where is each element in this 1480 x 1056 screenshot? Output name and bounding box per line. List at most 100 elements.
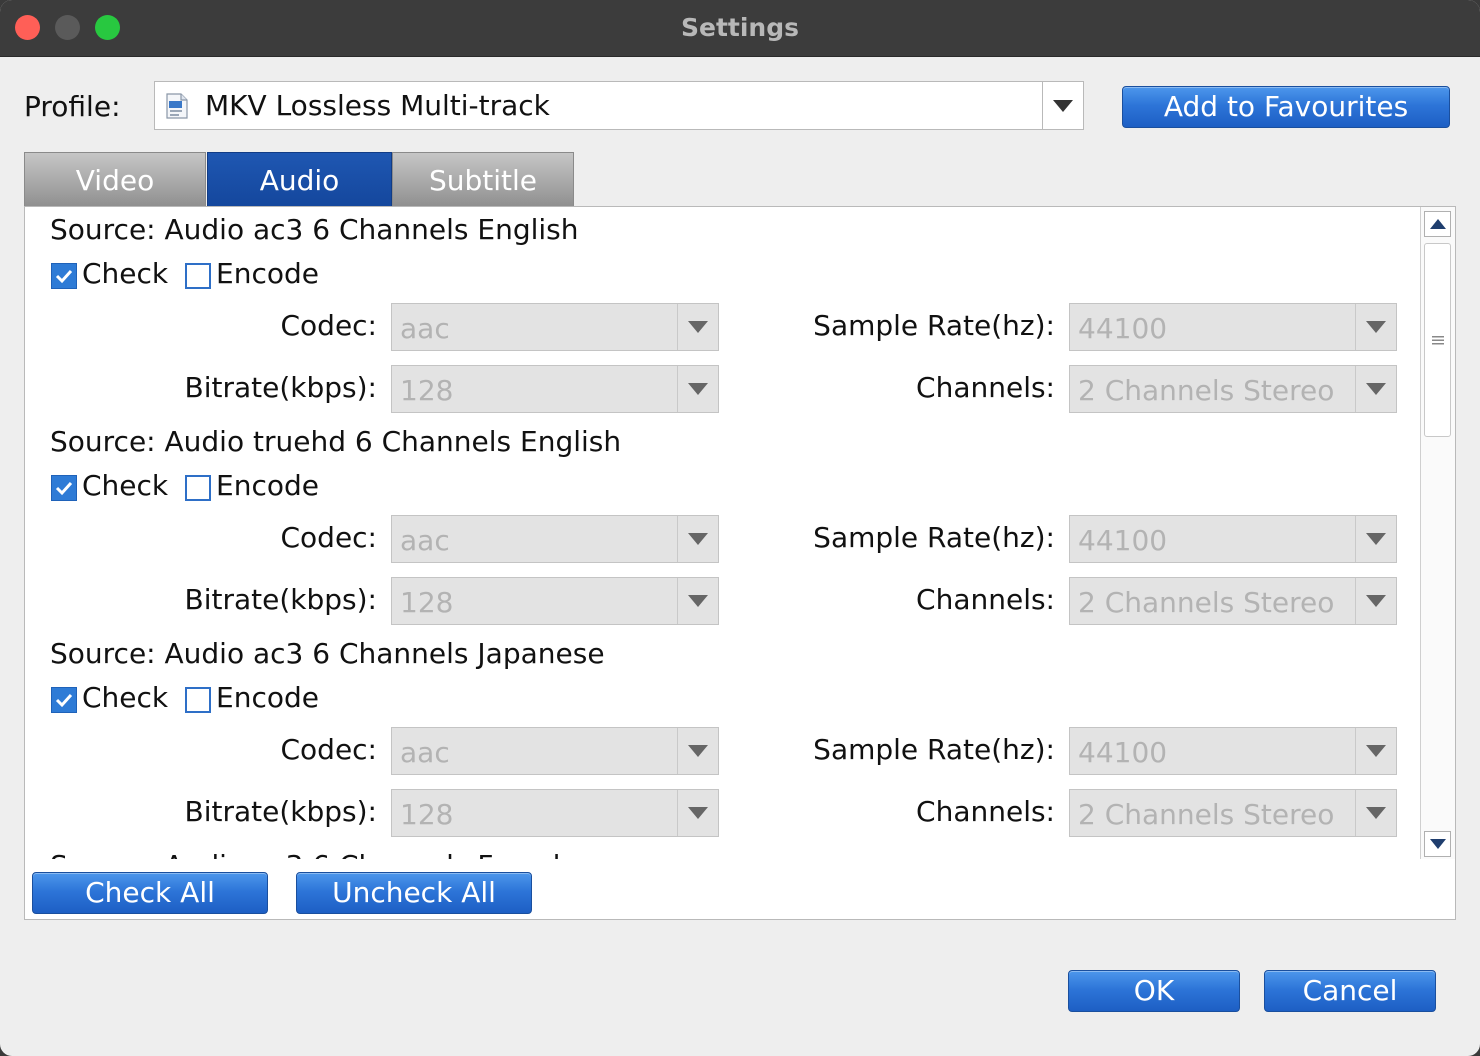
sample-rate-label: Sample Rate(hz):	[813, 521, 1055, 554]
tab-subtitle[interactable]: Subtitle	[392, 152, 574, 207]
track-encode-checkbox[interactable]	[185, 263, 211, 289]
window-title: Settings	[680, 13, 799, 42]
uncheck-all-button[interactable]: Uncheck All	[296, 872, 532, 914]
encode-label: Encode	[216, 257, 319, 290]
codec-select[interactable]: aac	[391, 303, 719, 351]
channels-value: 2 Channels Stereo	[1078, 586, 1335, 619]
profile-value: MKV Lossless Multi-track	[205, 89, 550, 122]
ok-button[interactable]: OK	[1068, 970, 1240, 1012]
channels-dropdown-button[interactable]	[1355, 366, 1396, 412]
check-all-button[interactable]: Check All	[32, 872, 268, 914]
bitrate-dropdown-button[interactable]	[677, 578, 718, 624]
profile-dropdown-button[interactable]	[1042, 82, 1083, 129]
bitrate-value: 128	[400, 798, 454, 831]
chevron-down-icon	[688, 745, 708, 757]
codec-dropdown-button[interactable]	[677, 728, 718, 774]
add-to-favourites-button[interactable]: Add to Favourites	[1122, 86, 1450, 128]
profile-label: Profile:	[24, 90, 121, 123]
tab-audio[interactable]: Audio	[207, 152, 392, 207]
checkmark-icon	[55, 269, 73, 284]
check-label: Check	[82, 681, 169, 714]
channels-label: Channels:	[916, 583, 1055, 616]
track-encode-checkbox[interactable]	[185, 475, 211, 501]
scroll-thumb[interactable]	[1424, 243, 1451, 437]
encode-label: Encode	[216, 469, 319, 502]
sample-rate-value: 44100	[1078, 312, 1168, 345]
chevron-down-icon	[1366, 383, 1386, 395]
sample-rate-value: 44100	[1078, 524, 1168, 557]
bitrate-select[interactable]: 128	[391, 789, 719, 837]
chevron-down-icon	[1366, 533, 1386, 545]
bitrate-label: Bitrate(kbps):	[184, 371, 377, 404]
codec-select[interactable]: aac	[391, 515, 719, 563]
tab-video[interactable]: Video	[24, 152, 206, 207]
track-source-label: Source: Audio ac3 6 Channels French	[50, 849, 571, 859]
sample-rate-select[interactable]: 44100	[1069, 727, 1397, 775]
chevron-down-icon	[1366, 807, 1386, 819]
grip-icon	[1431, 336, 1444, 345]
scroll-down-button[interactable]	[1424, 831, 1451, 857]
track-source-label: Source: Audio ac3 6 Channels English	[50, 213, 579, 246]
codec-value: aac	[400, 312, 450, 345]
track-check-checkbox[interactable]	[51, 475, 77, 501]
track-encode-checkbox[interactable]	[185, 687, 211, 713]
codec-dropdown-button[interactable]	[677, 516, 718, 562]
bitrate-label: Bitrate(kbps):	[184, 583, 377, 616]
chevron-down-icon	[688, 807, 708, 819]
chevron-down-icon	[688, 321, 708, 333]
sample-rate-value: 44100	[1078, 736, 1168, 769]
channels-select[interactable]: 2 Channels Stereo	[1069, 789, 1397, 837]
bitrate-select[interactable]: 128	[391, 577, 719, 625]
sample-rate-dropdown-button[interactable]	[1355, 304, 1396, 350]
profile-select[interactable]: MKV Lossless Multi-track	[154, 81, 1084, 130]
channels-value: 2 Channels Stereo	[1078, 374, 1335, 407]
codec-label: Codec:	[280, 309, 377, 342]
codec-label: Codec:	[280, 521, 377, 554]
cancel-button[interactable]: Cancel	[1264, 970, 1436, 1012]
codec-select[interactable]: aac	[391, 727, 719, 775]
triangle-up-icon	[1429, 219, 1446, 229]
track-check-checkbox[interactable]	[51, 263, 77, 289]
channels-dropdown-button[interactable]	[1355, 790, 1396, 836]
chevron-down-icon	[688, 383, 708, 395]
channels-dropdown-button[interactable]	[1355, 578, 1396, 624]
checkmark-icon	[55, 481, 73, 496]
codec-label: Codec:	[280, 733, 377, 766]
audio-tracks-panel: Source: Audio ac3 6 Channels English Che…	[24, 206, 1456, 920]
bitrate-dropdown-button[interactable]	[677, 366, 718, 412]
codec-value: aac	[400, 524, 450, 557]
vertical-scrollbar[interactable]	[1420, 207, 1455, 859]
chevron-down-icon	[1366, 745, 1386, 757]
bitrate-value: 128	[400, 586, 454, 619]
chevron-down-icon	[688, 595, 708, 607]
bitrate-label: Bitrate(kbps):	[184, 795, 377, 828]
scroll-up-button[interactable]	[1424, 211, 1451, 237]
codec-value: aac	[400, 736, 450, 769]
sample-rate-select[interactable]: 44100	[1069, 303, 1397, 351]
settings-window: Settings Profile: MKV Lossless Multi-tra…	[0, 0, 1480, 1056]
chevron-down-icon	[1366, 321, 1386, 333]
check-label: Check	[82, 257, 169, 290]
sample-rate-select[interactable]: 44100	[1069, 515, 1397, 563]
channels-label: Channels:	[916, 795, 1055, 828]
sample-rate-label: Sample Rate(hz):	[813, 733, 1055, 766]
audio-tracks-list[interactable]: Source: Audio ac3 6 Channels English Che…	[25, 207, 1419, 859]
check-label: Check	[82, 469, 169, 502]
track-source-label: Source: Audio ac3 6 Channels Japanese	[50, 637, 605, 670]
channels-select[interactable]: 2 Channels Stereo	[1069, 365, 1397, 413]
bitrate-select[interactable]: 128	[391, 365, 719, 413]
bitrate-dropdown-button[interactable]	[677, 790, 718, 836]
chevron-down-icon	[1053, 99, 1073, 112]
track-source-label: Source: Audio truehd 6 Channels English	[50, 425, 622, 458]
bitrate-value: 128	[400, 374, 454, 407]
codec-dropdown-button[interactable]	[677, 304, 718, 350]
sample-rate-dropdown-button[interactable]	[1355, 728, 1396, 774]
track-check-checkbox[interactable]	[51, 687, 77, 713]
chevron-down-icon	[1366, 595, 1386, 607]
chevron-down-icon	[688, 533, 708, 545]
encode-label: Encode	[216, 681, 319, 714]
checkmark-icon	[55, 693, 73, 708]
sample-rate-dropdown-button[interactable]	[1355, 516, 1396, 562]
channels-select[interactable]: 2 Channels Stereo	[1069, 577, 1397, 625]
video-file-icon	[166, 93, 188, 119]
